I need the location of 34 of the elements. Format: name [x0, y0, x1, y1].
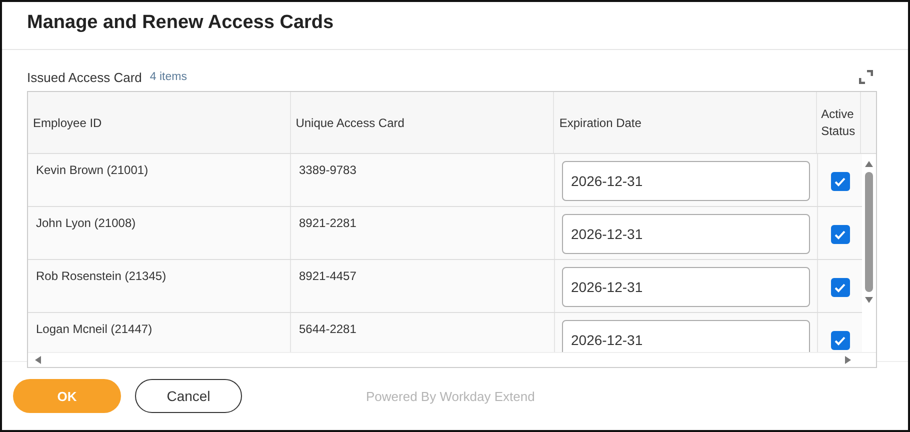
date-field[interactable]: 2026-12-31 — [562, 214, 810, 254]
table-cell: Kevin Brown (21001) — [36, 163, 148, 177]
column-header: Unique Access Card — [296, 116, 404, 130]
date-field[interactable]: 2026-12-31 — [562, 267, 810, 307]
scroll-left-icon[interactable] — [34, 355, 42, 365]
checkbox[interactable] — [830, 278, 850, 297]
item-count: 4 items — [150, 71, 187, 83]
check-icon — [834, 230, 846, 240]
table-cell: 3389-9783 — [299, 163, 356, 177]
table-cell: John Lyon (21008) — [36, 216, 136, 230]
table-cell: 8921-2281 — [299, 216, 356, 230]
scroll-up-icon[interactable] — [864, 160, 874, 168]
column-header: Employee ID — [33, 116, 102, 130]
column-header: Active Status — [821, 106, 856, 139]
scroll-down-icon[interactable] — [864, 296, 874, 304]
date-field[interactable]: 2026-12-31 — [562, 320, 810, 352]
section-title: Issued Access Card — [27, 70, 142, 84]
check-icon — [834, 176, 846, 186]
dialog-title: Manage and Renew Access Cards — [2, 2, 908, 50]
checkbox[interactable] — [830, 331, 850, 350]
powered-by-text: Powered By Workday Extend — [366, 388, 535, 404]
table-cell: Logan Mcneil (21447) — [36, 322, 152, 336]
expand-icon[interactable] — [859, 70, 873, 84]
table-cell: 8921-4457 — [299, 269, 356, 283]
table-cell: Rob Rosenstein (21345) — [36, 269, 166, 283]
check-icon — [834, 282, 846, 292]
table-cell: 5644-2281 — [299, 322, 356, 336]
column-header: Expiration Date — [559, 116, 642, 130]
scroll-right-icon[interactable] — [844, 355, 852, 365]
date-field[interactable]: 2026-12-31 — [562, 161, 810, 201]
checkbox[interactable] — [830, 172, 850, 191]
cancel-button[interactable]: Cancel — [135, 379, 242, 413]
checkbox[interactable] — [830, 225, 850, 244]
check-icon — [834, 336, 846, 346]
